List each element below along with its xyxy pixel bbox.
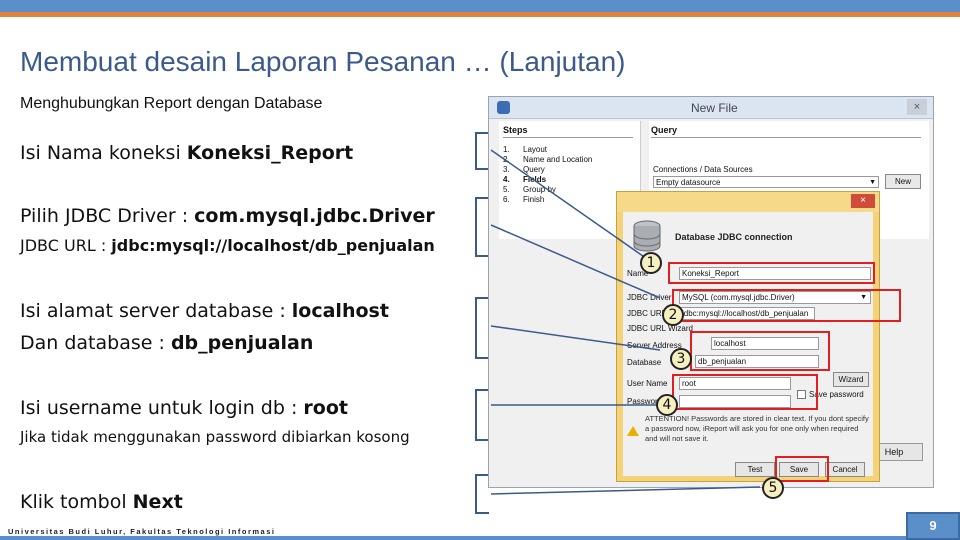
- list-item: 1. Layout: [503, 145, 592, 155]
- step-badge-5: 5: [762, 477, 784, 499]
- instruction-value: Koneksi_Report: [186, 142, 354, 164]
- instruction-text: Pilih JDBC Driver :: [20, 205, 195, 227]
- instruction-value: db_penjualan: [170, 332, 314, 354]
- top-accent-bar: [0, 0, 960, 12]
- jdbc-heading: Database JDBC connection: [675, 232, 793, 242]
- step-number: 2.: [503, 155, 510, 164]
- step-number: 1.: [503, 145, 510, 154]
- jdbc-titlebar: ×: [617, 192, 879, 212]
- step-label: Query: [523, 165, 545, 174]
- instruction-password-note: Jika tidak menggunakan password dibiarka…: [20, 428, 410, 446]
- database-icon: [633, 220, 661, 252]
- steps-header: Steps: [503, 125, 528, 135]
- instruction-text: Dan database :: [20, 332, 171, 354]
- divider: [651, 137, 921, 138]
- chevron-down-icon: ▼: [869, 179, 876, 186]
- connections-value: Empty datasource: [656, 178, 721, 187]
- step-badge-3: 3: [670, 348, 692, 370]
- jdbc-driver-label: JDBC Driver: [627, 293, 672, 302]
- wizard-button[interactable]: Wizard: [833, 372, 869, 387]
- instruction-database: Dan database : db_penjualan: [20, 332, 313, 354]
- instruction-value: jdbc:mysql://localhost/db_penjualan: [111, 236, 435, 255]
- instruction-value: localhost: [291, 300, 389, 322]
- list-item: 3. Query: [503, 165, 592, 175]
- username-label: User Name: [627, 379, 668, 388]
- highlight-box-save: [775, 456, 829, 482]
- instruction-value: root: [303, 397, 348, 419]
- instruction-text: Klik tombol: [20, 491, 133, 513]
- slide-title: Membuat desain Laporan Pesanan … (Lanjut…: [20, 46, 626, 77]
- close-icon[interactable]: ×: [907, 99, 927, 115]
- step-label: Group by: [523, 185, 556, 194]
- highlight-box-driver: [672, 289, 901, 322]
- instruction-server-address: Isi alamat server database : localhost: [20, 300, 389, 322]
- instruction-text: Jika tidak menggunakan password dibiarka…: [20, 428, 410, 446]
- new-file-titlebar: New File ×: [489, 97, 933, 119]
- new-connection-button[interactable]: New: [885, 174, 921, 189]
- instruction-connection-name: Isi Nama koneksi Koneksi_Report: [20, 142, 353, 164]
- instruction-value: Next: [132, 491, 183, 513]
- bracket-1: [475, 132, 489, 170]
- step-badge-4: 4: [656, 394, 678, 416]
- cancel-button[interactable]: Cancel: [825, 462, 865, 477]
- new-file-title: New File: [691, 101, 738, 115]
- app-icon: [497, 101, 510, 114]
- instruction-text: Isi username untuk login db :: [20, 397, 304, 419]
- instruction-text: Isi Nama koneksi: [20, 142, 187, 164]
- instruction-text: Isi alamat server database :: [20, 300, 292, 322]
- warning-icon: [627, 426, 639, 436]
- step-number: 6.: [503, 195, 510, 204]
- page-number: 9: [906, 512, 960, 540]
- footer-bar: [0, 536, 906, 540]
- bracket-5: [475, 474, 489, 514]
- steps-list: 1. Layout 2. Name and Location 3. Query 4. F…: [503, 145, 592, 205]
- instruction-jdbc-url: JDBC URL : jdbc:mysql://localhost/db_pen…: [20, 236, 435, 255]
- top-accent-stripe: [0, 12, 960, 17]
- step-label: Fields: [523, 175, 547, 184]
- instruction-text: JDBC URL :: [20, 236, 112, 255]
- step-number: 3.: [503, 165, 510, 174]
- instruction-username: Isi username untuk login db : root: [20, 397, 348, 419]
- highlight-box-username: [672, 374, 818, 410]
- close-icon[interactable]: ×: [851, 194, 875, 208]
- slide-subtitle: Menghubungkan Report dengan Database: [20, 95, 323, 112]
- jdbc-url-label: JDBC URL: [627, 309, 667, 318]
- highlight-box-server: [690, 331, 830, 371]
- bracket-4: [475, 389, 489, 441]
- list-item: 6. Finish: [503, 195, 592, 205]
- step-label: Finish: [523, 195, 545, 204]
- highlight-box-name: [668, 262, 875, 284]
- step-badge-1: 1: [640, 252, 662, 274]
- database-label: Database: [627, 358, 662, 367]
- jdbc-url-wizard-label: JDBC URL Wizard: [627, 324, 693, 333]
- bracket-3: [475, 297, 489, 359]
- divider: [503, 137, 633, 138]
- step-number: 4.: [503, 175, 510, 184]
- instruction-jdbc-driver: Pilih JDBC Driver : com.mysql.jdbc.Drive…: [20, 205, 435, 227]
- list-item: 2. Name and Location: [503, 155, 592, 165]
- footer-text: Universitas Budi Luhur, Fakultas Teknolo…: [8, 527, 276, 536]
- step-label: Layout: [523, 145, 548, 154]
- connections-select[interactable]: Empty datasource ▼: [653, 176, 879, 188]
- instruction-value: com.mysql.jdbc.Driver: [194, 205, 435, 227]
- instruction-next: Klik tombol Next: [20, 491, 183, 513]
- query-header: Query: [651, 125, 678, 135]
- test-button[interactable]: Test: [735, 462, 775, 477]
- server-address-label: Server Address: [627, 341, 682, 350]
- step-number: 5.: [503, 185, 510, 194]
- password-warning: ATTENTION! Passwords are stored in clear…: [645, 414, 869, 443]
- list-item: 4. Fields: [503, 175, 592, 185]
- list-item: 5. Group by: [503, 185, 592, 195]
- bracket-2: [475, 197, 489, 257]
- step-badge-2: 2: [662, 304, 684, 326]
- step-label: Name and Location: [523, 155, 593, 164]
- connections-label: Connections / Data Sources: [653, 165, 753, 174]
